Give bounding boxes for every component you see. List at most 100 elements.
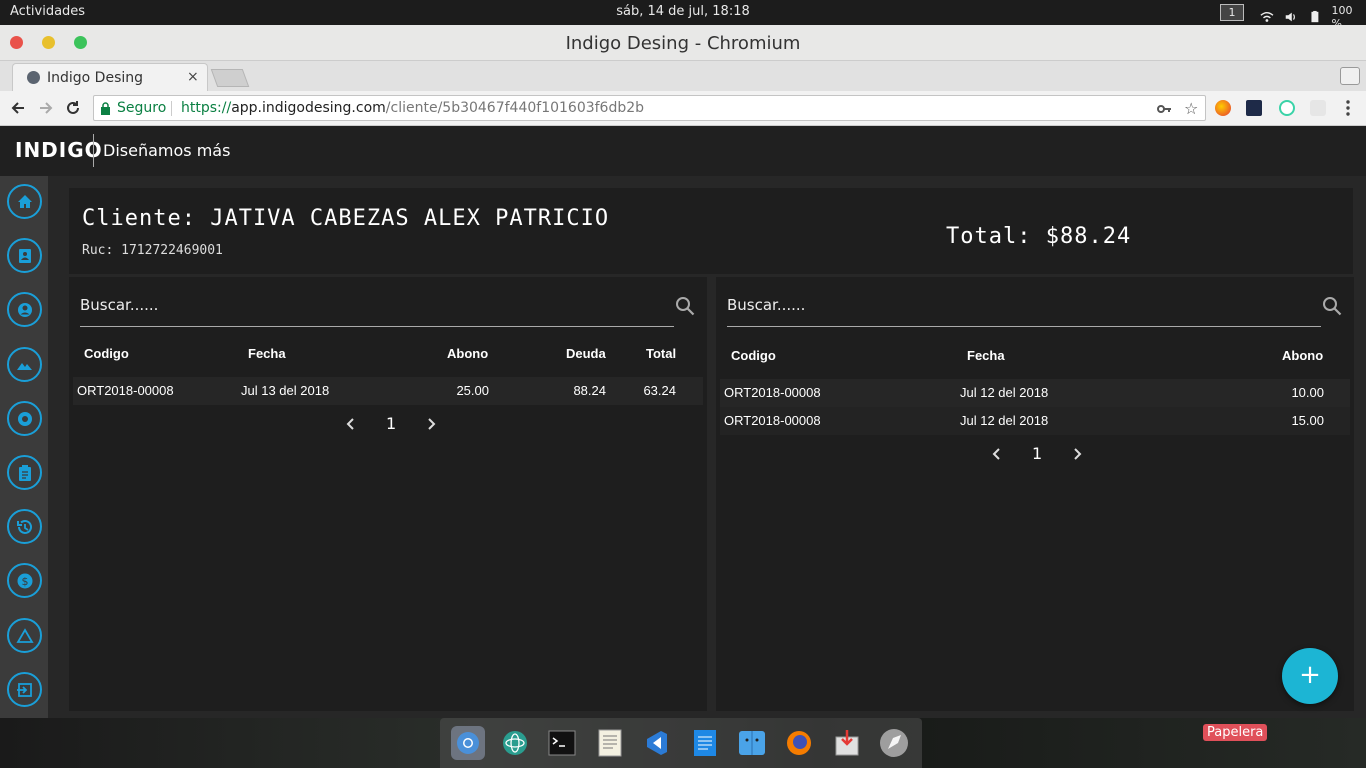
search-icon[interactable] <box>1322 296 1342 316</box>
launchpad-dock-icon[interactable] <box>877 726 911 760</box>
nav-camera-button[interactable] <box>7 401 42 436</box>
add-button[interactable]: + <box>1282 648 1338 704</box>
client-summary-card: Cliente: JATIVA CABEZAS ALEX PATRICIO Ru… <box>69 188 1353 274</box>
nav-logout-button[interactable] <box>7 672 42 707</box>
chevron-right-icon[interactable] <box>1070 447 1084 461</box>
triangle-icon <box>15 627 34 643</box>
column-header-fecha[interactable]: Fecha <box>248 346 286 361</box>
orders-search-input[interactable]: Buscar...... <box>80 289 674 327</box>
column-header-codigo[interactable]: Codigo <box>84 346 129 361</box>
writer-dock-icon[interactable] <box>688 726 722 760</box>
reload-icon[interactable] <box>64 99 82 117</box>
camera-aperture-icon <box>17 411 32 426</box>
nav-home-button[interactable] <box>7 184 42 219</box>
column-header-abono[interactable]: Abono <box>447 346 488 361</box>
nav-orders-button[interactable] <box>7 455 42 490</box>
cell-fecha: Jul 12 del 2018 <box>960 385 1049 400</box>
logout-icon <box>16 682 32 697</box>
column-header-codigo[interactable]: Codigo <box>731 348 776 363</box>
site-favicon-icon <box>27 71 40 84</box>
secure-label: Seguro <box>117 100 167 116</box>
app-tagline: Diseñamos más <box>103 141 231 160</box>
cell-abono: 10.00 <box>1291 385 1324 400</box>
page-number[interactable]: 1 <box>386 414 396 433</box>
landscape-icon <box>16 362 32 370</box>
workspace-indicator[interactable]: 1 <box>1220 4 1244 21</box>
wifi-icon <box>1260 11 1274 22</box>
nav-gallery-button[interactable] <box>7 347 42 382</box>
volume-icon <box>1285 12 1295 22</box>
window-title-bar: Indigo Desing - Chromium <box>0 25 1366 61</box>
key-icon[interactable] <box>1156 101 1172 117</box>
logo-divider <box>93 134 94 167</box>
omnibox-divider <box>171 101 172 116</box>
forward-arrow-icon[interactable] <box>37 99 55 117</box>
account-icon <box>17 302 32 317</box>
orders-panel: Buscar...... Codigo Fecha Abono Deuda To… <box>69 277 707 711</box>
orders-pagination: 1 <box>344 414 438 433</box>
react-devtools-icon[interactable] <box>1246 100 1262 116</box>
secure-indicator[interactable]: Seguro <box>100 100 166 116</box>
firefox-dock-icon[interactable] <box>782 726 816 760</box>
menu-dots-icon[interactable] <box>1344 99 1352 117</box>
main-content: Cliente: JATIVA CABEZAS ALEX PATRICIO Ru… <box>48 176 1366 718</box>
nav-account-button[interactable] <box>7 292 42 327</box>
close-tab-icon[interactable]: × <box>187 69 199 85</box>
atom-dock-icon[interactable] <box>498 726 532 760</box>
back-arrow-icon[interactable] <box>9 99 27 117</box>
payments-panel: Buscar...... Codigo Fecha Abono ORT2018-… <box>716 277 1354 711</box>
chevron-left-icon[interactable] <box>990 447 1004 461</box>
svg-text:$: $ <box>21 575 28 588</box>
payments-search-input[interactable]: Buscar...... <box>727 289 1321 327</box>
browser-tab[interactable]: Indigo Desing × <box>12 63 208 91</box>
vscode-dock-icon[interactable] <box>640 726 674 760</box>
cell-abono: 25.00 <box>456 383 489 398</box>
terminal-dock-icon[interactable] <box>545 726 579 760</box>
column-header-fecha[interactable]: Fecha <box>967 348 1005 363</box>
page-number[interactable]: 1 <box>1032 444 1042 463</box>
chromium-dock-icon[interactable] <box>450 726 485 760</box>
column-header-deuda[interactable]: Deuda <box>566 346 606 361</box>
table-row[interactable]: ORT2018-00008 Jul 13 del 2018 25.00 88.2… <box>73 377 703 405</box>
cell-total: 63.24 <box>643 383 676 398</box>
trash-label[interactable]: Papelera <box>1203 724 1268 741</box>
profile-icon[interactable] <box>1340 67 1360 85</box>
json-viewer-icon[interactable] <box>1310 100 1326 116</box>
sidebar-nav: $ <box>0 176 48 718</box>
contacts-icon <box>18 248 31 263</box>
files-dock-icon[interactable] <box>735 726 769 760</box>
indigo-logo[interactable]: INDIGO <box>15 138 103 162</box>
url-text: https://app.indigodesing.com/cliente/5b3… <box>181 100 645 116</box>
window-title: Indigo Desing - Chromium <box>565 33 801 54</box>
client-total: Total: $88.24 <box>946 224 1132 249</box>
system-clock[interactable]: sáb, 14 de jul, 18:18 <box>0 4 1366 19</box>
column-header-total[interactable]: Total <box>646 346 676 361</box>
tab-title: Indigo Desing <box>47 70 144 86</box>
nav-alerts-button[interactable] <box>7 618 42 653</box>
payments-pagination: 1 <box>990 444 1084 463</box>
extension-icon-1[interactable] <box>1215 100 1231 116</box>
table-row[interactable]: ORT2018-00008 Jul 12 del 2018 15.00 <box>720 407 1350 435</box>
bookmark-star-icon[interactable]: ☆ <box>1184 99 1198 118</box>
system-top-bar: Actividades sáb, 14 de jul, 18:18 1 100 … <box>0 0 1366 30</box>
column-header-abono[interactable]: Abono <box>1282 348 1323 363</box>
table-row[interactable]: ORT2018-00008 Jul 12 del 2018 10.00 <box>720 379 1350 407</box>
chevron-right-icon[interactable] <box>424 417 438 431</box>
cell-codigo: ORT2018-00008 <box>77 383 174 398</box>
search-icon[interactable] <box>675 296 695 316</box>
address-bar[interactable]: Seguro https://app.indigodesing.com/clie… <box>93 95 1206 121</box>
chevron-left-icon[interactable] <box>344 417 358 431</box>
text-editor-dock-icon[interactable] <box>593 726 627 760</box>
nav-payments-button[interactable]: $ <box>7 563 42 598</box>
cell-fecha: Jul 13 del 2018 <box>241 383 330 398</box>
nav-history-button[interactable] <box>7 509 42 544</box>
nav-contacts-button[interactable] <box>7 238 42 273</box>
app-header: INDIGO Diseñamos más <box>0 126 1366 176</box>
cell-codigo: ORT2018-00008 <box>724 385 821 400</box>
cell-deuda: 88.24 <box>573 383 606 398</box>
extension-icon-3[interactable] <box>1279 100 1295 116</box>
new-tab-button[interactable] <box>210 69 250 87</box>
home-icon <box>17 194 32 208</box>
browser-toolbar: Seguro https://app.indigodesing.com/clie… <box>0 91 1366 126</box>
downloads-dock-icon[interactable] <box>830 726 864 760</box>
